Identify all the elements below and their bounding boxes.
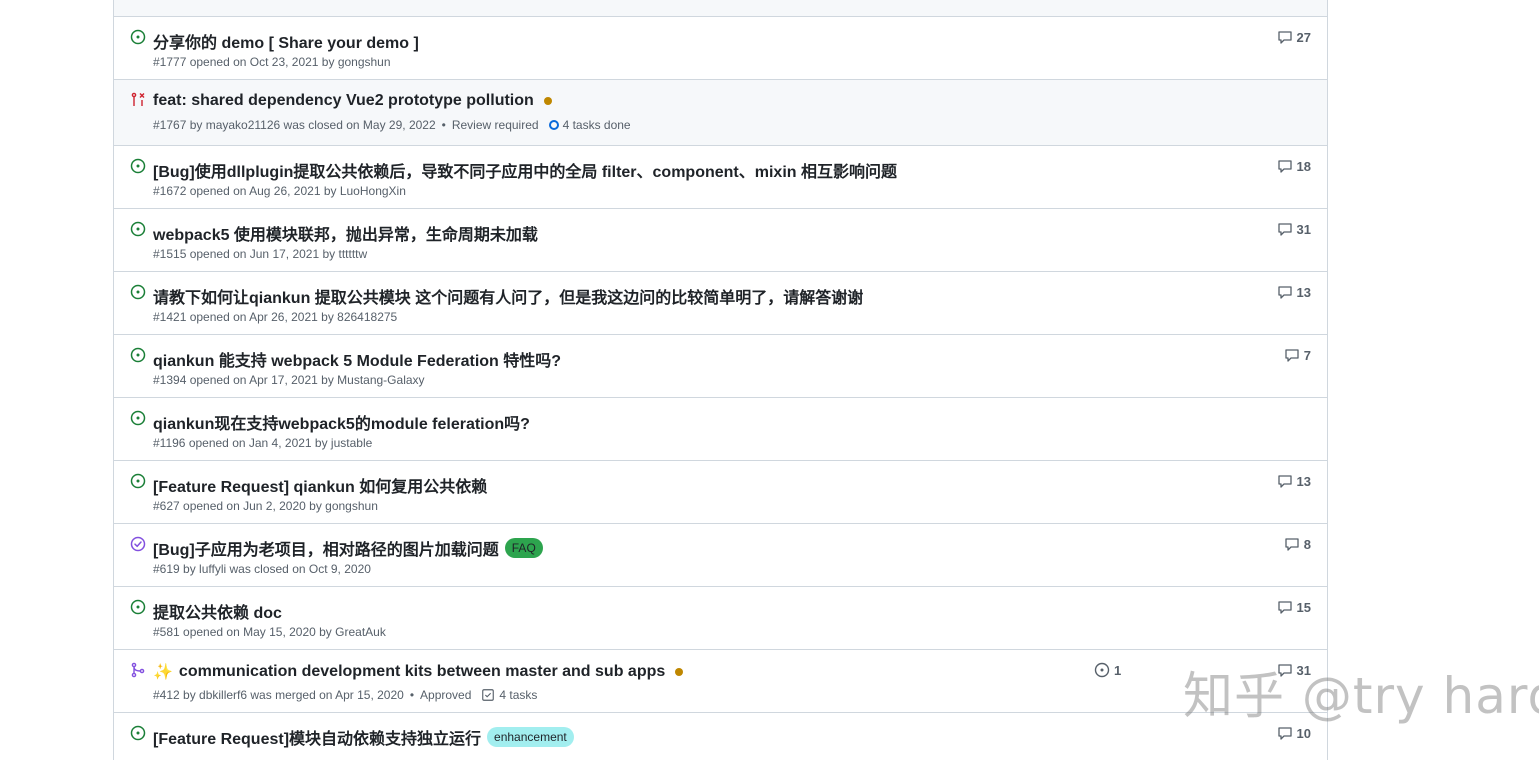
comment-icon <box>1277 31 1292 44</box>
pr-title-link[interactable]: feat: shared dependency Vue2 prototype p… <box>153 92 534 110</box>
issue-list: 分享你的 demo [ Share your demo ] #1777 open… <box>113 0 1328 760</box>
comment-count-value: 27 <box>1296 29 1311 45</box>
issue-title-link[interactable]: 请教下如何让qiankun 提取公共模块 这个问题有人问了，但是我这边问的比较简… <box>153 284 863 308</box>
issue-title-link[interactable]: [Feature Request]模块自动依赖支持独立运行 <box>153 725 481 749</box>
issue-title-link[interactable]: 提取公共依赖 doc <box>153 599 282 623</box>
comment-count[interactable]: 31 <box>1277 221 1311 237</box>
issue-opened-icon <box>1094 662 1110 678</box>
issue-open-icon <box>130 599 146 615</box>
list-header <box>114 0 1327 17</box>
comment-icon <box>1285 538 1299 551</box>
comment-icon <box>1277 475 1292 488</box>
issue-meta: #1394 opened on Apr 17, 2021 by Mustang-… <box>153 373 425 387</box>
issue-closed-icon <box>130 536 146 552</box>
label-faq[interactable]: FAQ <box>504 538 543 558</box>
issue-open-icon <box>130 473 146 489</box>
issue-open-icon <box>130 29 146 45</box>
comment-icon <box>1285 349 1299 362</box>
comment-count-value: 13 <box>1296 473 1311 489</box>
issue-meta: #581 opened on May 15, 2020 by GreatAuk <box>153 625 386 639</box>
linked-issues[interactable]: 1 <box>1094 662 1121 678</box>
issue-title-link[interactable]: [Feature Request] qiankun 如何复用公共依赖 <box>153 473 487 497</box>
issue-meta: #1421 opened on Apr 26, 2021 by 82641827… <box>153 310 398 324</box>
issue-open-icon <box>130 347 146 363</box>
comment-count-value: 15 <box>1296 599 1311 615</box>
comment-count-value: 13 <box>1296 284 1311 300</box>
issue-open-icon <box>130 284 146 300</box>
issue-meta: #619 by luffyli was closed on Oct 9, 202… <box>153 562 371 576</box>
issue-title-link[interactable]: qiankun现在支持webpack5的module feleration吗? <box>153 410 530 434</box>
pr-merged-icon <box>131 662 145 678</box>
issue-title-link[interactable]: [Bug]使用dllplugin提取公共依赖后，导致不同子应用中的全局 filt… <box>153 158 897 182</box>
comment-count[interactable]: 13 <box>1277 473 1311 489</box>
issue-meta: #1196 opened on Jan 4, 2021 by justable <box>153 436 373 450</box>
comment-count-value: 31 <box>1296 221 1311 237</box>
issue-title-link[interactable]: 分享你的 demo [ Share your demo ] <box>153 29 419 53</box>
comment-icon <box>1277 160 1292 173</box>
sparkles-icon: ✨ <box>153 664 173 681</box>
separator: • <box>409 688 415 702</box>
issue-open-icon <box>130 725 146 741</box>
tasks-status: 4 tasks <box>499 688 538 702</box>
comment-count[interactable]: 18 <box>1277 158 1311 174</box>
label-enhancement[interactable]: enhancement <box>487 727 574 747</box>
list-item[interactable]: feat: shared dependency Vue2 prototype p… <box>114 80 1327 146</box>
pr-meta: #412 by dbkillerf6 was merged on Apr 15,… <box>153 688 404 702</box>
list-item[interactable]: qiankun 能支持 webpack 5 Module Federation … <box>114 335 1327 398</box>
issue-title-link[interactable]: webpack5 使用模块联邦，抛出异常，生命周期未加载 <box>153 221 538 245</box>
list-item[interactable]: webpack5 使用模块联邦，抛出异常，生命周期未加载 #1515 opene… <box>114 209 1327 272</box>
comment-count-value: 18 <box>1296 158 1311 174</box>
issue-title-link[interactable]: qiankun 能支持 webpack 5 Module Federation … <box>153 347 561 371</box>
comment-count-value: 8 <box>1303 536 1311 552</box>
linked-issues-count: 1 <box>1114 662 1122 678</box>
comment-count-value: 7 <box>1303 347 1311 363</box>
issue-meta: #1515 opened on Jun 17, 2021 by ttttttw <box>153 247 368 261</box>
separator: • <box>441 118 446 132</box>
issue-meta: #1672 opened on Aug 26, 2021 by LuoHongX… <box>153 184 406 198</box>
status-pending-dot[interactable] <box>543 97 552 105</box>
issue-open-icon <box>130 410 146 426</box>
comment-count[interactable]: 8 <box>1284 536 1311 552</box>
tasks-status: 4 tasks done <box>562 118 631 132</box>
issue-meta: #1777 opened on Oct 23, 2021 by gongshun <box>153 55 391 69</box>
list-item[interactable]: ✨ communication development kits between… <box>114 650 1327 713</box>
list-item[interactable]: [Feature Request] qiankun 如何复用公共依赖 #627 … <box>114 461 1327 524</box>
list-item[interactable]: qiankun现在支持webpack5的module feleration吗? … <box>114 398 1327 461</box>
comment-icon <box>1277 286 1292 299</box>
comment-icon <box>1277 601 1292 614</box>
status-pending-dot[interactable] <box>675 668 684 676</box>
progress-ring-icon <box>548 120 559 130</box>
list-item[interactable]: [Feature Request]模块自动依赖支持独立运行 enhancement… <box>114 713 1327 775</box>
review-status[interactable]: Approved <box>420 688 471 702</box>
tasklist-icon <box>482 689 495 701</box>
issue-open-icon <box>130 221 146 237</box>
watermark: 知乎 @try hard <box>1183 667 1539 725</box>
list-item[interactable]: [Bug]使用dllplugin提取公共依赖后，导致不同子应用中的全局 filt… <box>114 146 1327 209</box>
list-item[interactable]: 提取公共依赖 doc #581 opened on May 15, 2020 b… <box>114 587 1327 650</box>
issue-meta: #627 opened on Jun 2, 2020 by gongshun <box>153 499 378 513</box>
list-item[interactable]: [Bug]子应用为老项目，相对路径的图片加载问题 FAQ #619 by luff… <box>114 524 1327 587</box>
list-item[interactable]: 请教下如何让qiankun 提取公共模块 这个问题有人问了，但是我这边问的比较简… <box>114 272 1327 335</box>
comment-count[interactable]: 7 <box>1284 347 1311 363</box>
comment-icon <box>1277 223 1292 236</box>
pr-meta: #1767 by mayako21126 was closed on May 2… <box>153 118 436 132</box>
review-status[interactable]: Review required <box>452 118 539 132</box>
comment-count[interactable]: 27 <box>1277 29 1311 45</box>
list-item[interactable]: 分享你的 demo [ Share your demo ] #1777 open… <box>114 17 1327 80</box>
comment-count[interactable]: 13 <box>1277 284 1311 300</box>
pr-closed-icon <box>131 92 145 106</box>
pr-title-link[interactable]: communication development kits between m… <box>179 663 665 681</box>
comment-count[interactable]: 15 <box>1277 599 1311 615</box>
issue-title-link[interactable]: [Bug]子应用为老项目，相对路径的图片加载问题 <box>153 536 499 560</box>
issue-open-icon <box>130 158 146 174</box>
